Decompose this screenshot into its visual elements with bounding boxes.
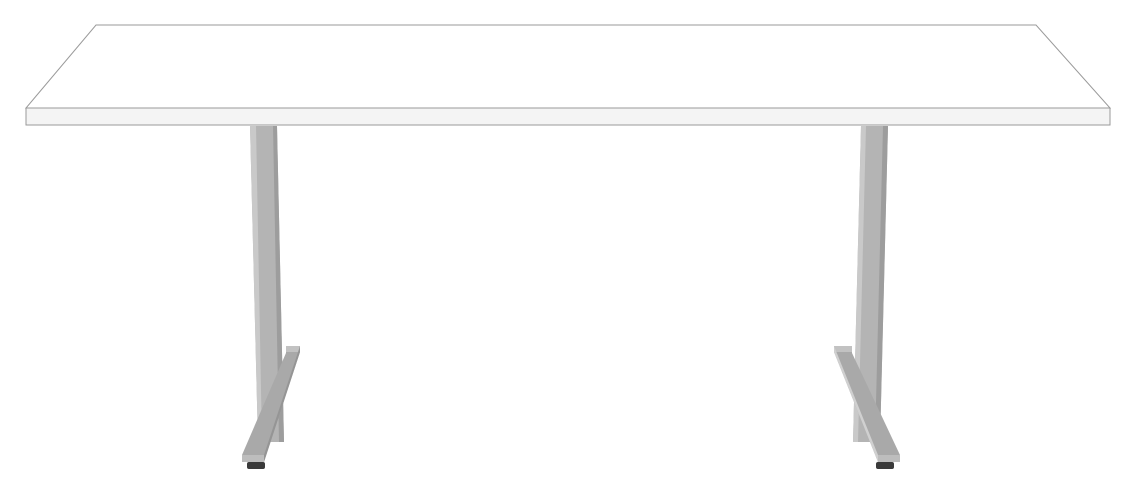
tabletop-front-edge	[25, 107, 1111, 126]
tabletop-surface	[24, 24, 1112, 109]
left-glide	[247, 462, 265, 469]
right-leg	[834, 126, 900, 469]
right-glide	[876, 462, 894, 469]
table-illustration	[24, 24, 1112, 469]
product-image	[0, 0, 1133, 500]
left-leg	[242, 126, 300, 469]
